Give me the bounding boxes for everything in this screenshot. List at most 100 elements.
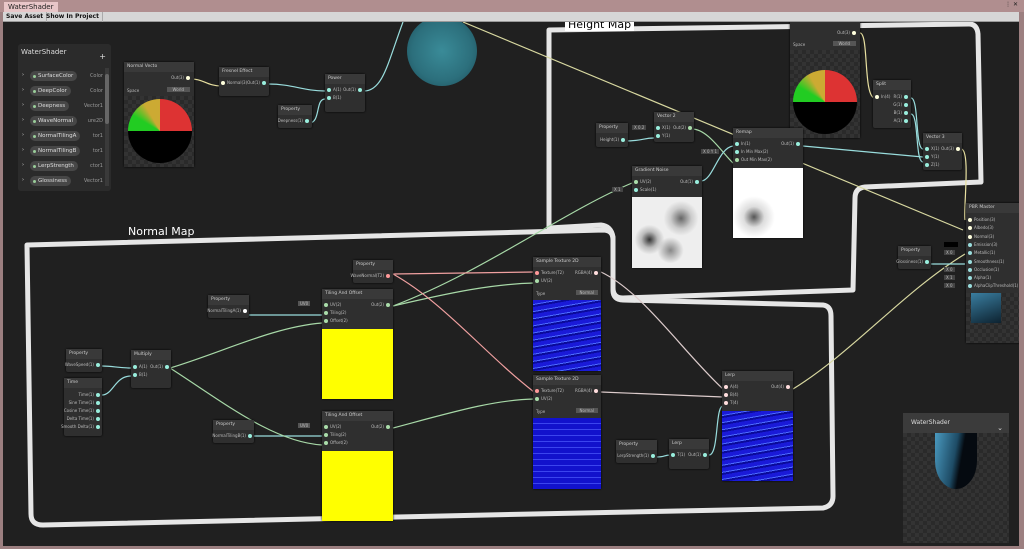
group-title-normal-map[interactable]: Normal Map <box>125 225 198 238</box>
node-split[interactable]: Split In(4) R(1) G(1) B(1) A(1) <box>873 80 911 128</box>
type-dropdown[interactable]: Normal <box>575 290 598 295</box>
port-x[interactable]: X(1) <box>923 146 939 151</box>
blackboard-property-row[interactable]: › NormalTilingB tor1 <box>18 144 103 158</box>
port-uv[interactable]: UV(2) <box>632 179 651 184</box>
blackboard-property-row[interactable]: › Glossiness Vector1 <box>18 174 103 188</box>
node-vector3[interactable]: Vector 3 X(1) Y(1) Z(1) Out(3) <box>923 133 962 170</box>
blackboard-property-row[interactable]: › SurfaceColor Color <box>18 69 103 83</box>
property-name[interactable]: SurfaceColor <box>30 71 78 81</box>
node-tiling-and-offset-1[interactable]: Tiling And Offset UV0 UV(2) Tiling(2) Of… <box>298 289 393 399</box>
port-b[interactable]: B(4) <box>722 392 738 397</box>
expand-arrow-icon[interactable]: › <box>22 147 24 153</box>
port-input[interactable]: Emission(3) <box>966 242 997 247</box>
port-uv[interactable]: UV(2) <box>322 302 341 307</box>
port-rgba[interactable]: RGBA(4) <box>575 388 600 393</box>
port-out[interactable]: Cosine Time(1) <box>64 408 102 413</box>
port-t[interactable]: T(1) <box>669 452 685 457</box>
node-normal-vector-2[interactable]: Out(3) Space World <box>790 22 860 138</box>
metallic-field[interactable]: X 0 <box>944 250 955 255</box>
port-t[interactable]: T(4) <box>722 400 738 405</box>
save-asset-button[interactable]: Save Asset <box>3 12 48 22</box>
window-controls[interactable]: ⋮ ✕ <box>1005 1 1018 8</box>
property-name[interactable]: WaveNormal <box>30 116 77 126</box>
in-min-max-field[interactable]: X 0 Y 1 <box>701 149 720 154</box>
node-property-wavespeed[interactable]: Property WaveSpeed(1) <box>65 349 102 372</box>
blackboard-property-row[interactable]: › LerpStrength ctor1 <box>18 159 103 173</box>
property-name[interactable]: DeepColor <box>30 86 71 96</box>
port-y[interactable]: Y(1) <box>923 154 939 159</box>
port-out[interactable]: Out(1) <box>150 364 171 369</box>
port-input[interactable]: AlphaClipThreshold(1) <box>966 283 1018 289</box>
node-pbr-master[interactable]: PBR Master Position(3) Albedo(3) Normal(3)… <box>944 203 1019 343</box>
type-dropdown[interactable]: Normal <box>575 408 598 413</box>
port-input[interactable]: Albedo(3) <box>966 225 994 231</box>
node-sample-texture-2d-1[interactable]: Sample Texture 2D Texture(T2) UV(2) RGBA… <box>533 257 601 371</box>
port-out[interactable]: Deepness(1) <box>278 118 311 123</box>
property-name[interactable]: Deepness <box>30 101 70 111</box>
uv-dropdown[interactable]: UV0 <box>298 301 311 306</box>
main-preview-viewport[interactable] <box>903 433 1009 543</box>
group-title-height-map[interactable]: Height Map <box>565 22 635 31</box>
port-out[interactable]: Time(1) <box>79 392 102 397</box>
port-input[interactable]: Smoothness(1) <box>966 259 1004 264</box>
node-lerp-small[interactable]: Lerp T(1) Out(1) <box>669 439 709 469</box>
port-out-min-max[interactable]: Out Min Max(2) <box>733 157 772 162</box>
port-b[interactable]: B(1) <box>131 372 147 377</box>
port-out[interactable]: LerpStrength(1) <box>617 453 657 458</box>
property-name[interactable]: NormalTilingA <box>30 131 81 141</box>
port-uv[interactable]: UV(2) <box>533 396 552 401</box>
property-name[interactable]: NormalTilingB <box>30 146 81 156</box>
port-a[interactable]: A(1) <box>325 87 341 92</box>
port-out[interactable]: Glossiness(1) <box>896 259 931 264</box>
port-b[interactable]: B(1) <box>894 110 910 115</box>
port-out[interactable]: Out(2) <box>371 302 392 307</box>
blackboard-property-row[interactable]: › DeepColor Color <box>18 84 103 98</box>
port-normal[interactable]: Normal(3) <box>219 80 247 85</box>
blackboard-property-row[interactable]: › Deepness Vector1 <box>18 99 103 113</box>
port-input[interactable]: Occlusion(1) <box>966 267 999 272</box>
expand-arrow-icon[interactable]: › <box>22 117 24 123</box>
port-input[interactable]: Position(3) <box>966 217 995 222</box>
expand-arrow-icon[interactable]: › <box>22 162 24 168</box>
port-out[interactable]: NormalTilingA(1) <box>207 308 249 313</box>
port-in[interactable]: In(4) <box>873 94 890 99</box>
node-tiling-and-offset-2[interactable]: Tiling And Offset UV0 UV(2) Tiling(2) Of… <box>298 411 393 521</box>
port-out[interactable]: WaveNormal(T2) <box>350 273 392 278</box>
expand-arrow-icon[interactable]: › <box>22 87 24 93</box>
node-time[interactable]: Time Time(1) Sine Time(1) Cosine Time(1) De… <box>61 378 102 436</box>
expand-arrow-icon[interactable]: › <box>22 72 24 78</box>
port-b[interactable]: B(1) <box>325 95 341 100</box>
port-scale[interactable]: Scale(1) <box>632 187 656 192</box>
port-out[interactable]: Smooth Delta(1) <box>61 424 102 429</box>
port-a[interactable]: A(1) <box>894 118 910 123</box>
port-out[interactable]: Out(1) <box>781 141 802 146</box>
node-multiply[interactable]: Multiply A(1) B(1) Out(1) <box>131 350 171 388</box>
node-property-normaltilinga[interactable]: Property NormalTilingA(1) <box>207 295 249 318</box>
node-sample-texture-2d-2[interactable]: Sample Texture 2D Texture(T2) UV(2) RGBA… <box>533 375 601 489</box>
node-gradient-noise[interactable]: Gradient Noise UV(2) X 1 Scale(1) Out(1) <box>612 166 702 268</box>
port-input[interactable]: Metallic(1) <box>966 250 995 256</box>
node-vector2[interactable]: Vector 2 X 0.2 X(1) Y(1) Out(2) <box>632 112 694 142</box>
main-preview[interactable]: WaterShader ⌄ <box>903 413 1009 543</box>
property-name[interactable]: LerpStrength <box>30 161 78 171</box>
port-a[interactable]: A(1) <box>131 364 147 369</box>
space-dropdown[interactable]: World <box>166 87 190 92</box>
port-offset[interactable]: Offset(2) <box>322 440 348 445</box>
port-out[interactable]: Out(1) <box>680 179 701 184</box>
port-g[interactable]: G(1) <box>893 102 910 107</box>
port-out[interactable]: Out(4) <box>771 384 792 389</box>
port-out[interactable]: Out(1) <box>688 452 709 457</box>
expand-arrow-icon[interactable]: › <box>22 102 24 108</box>
node-property-glossiness[interactable]: Property Glossiness(1) <box>896 246 931 269</box>
port-r[interactable]: R(1) <box>894 94 910 99</box>
expand-arrow-icon[interactable]: › <box>22 132 24 138</box>
port-z[interactable]: Z(1) <box>923 162 939 167</box>
node-power[interactable]: Power A(1) B(1) Out(1) <box>325 74 365 112</box>
property-name[interactable]: Glossiness <box>30 176 72 186</box>
blackboard-property-row[interactable]: › WaveNormal ure2D <box>18 114 103 128</box>
port-input[interactable]: Normal(3) <box>966 234 994 239</box>
port-in[interactable]: In(1) <box>733 141 750 146</box>
port-out[interactable]: Sine Time(1) <box>69 400 102 405</box>
x-value-field[interactable]: X 0.2 <box>632 125 647 130</box>
port-out[interactable]: Height(1) <box>600 137 627 142</box>
